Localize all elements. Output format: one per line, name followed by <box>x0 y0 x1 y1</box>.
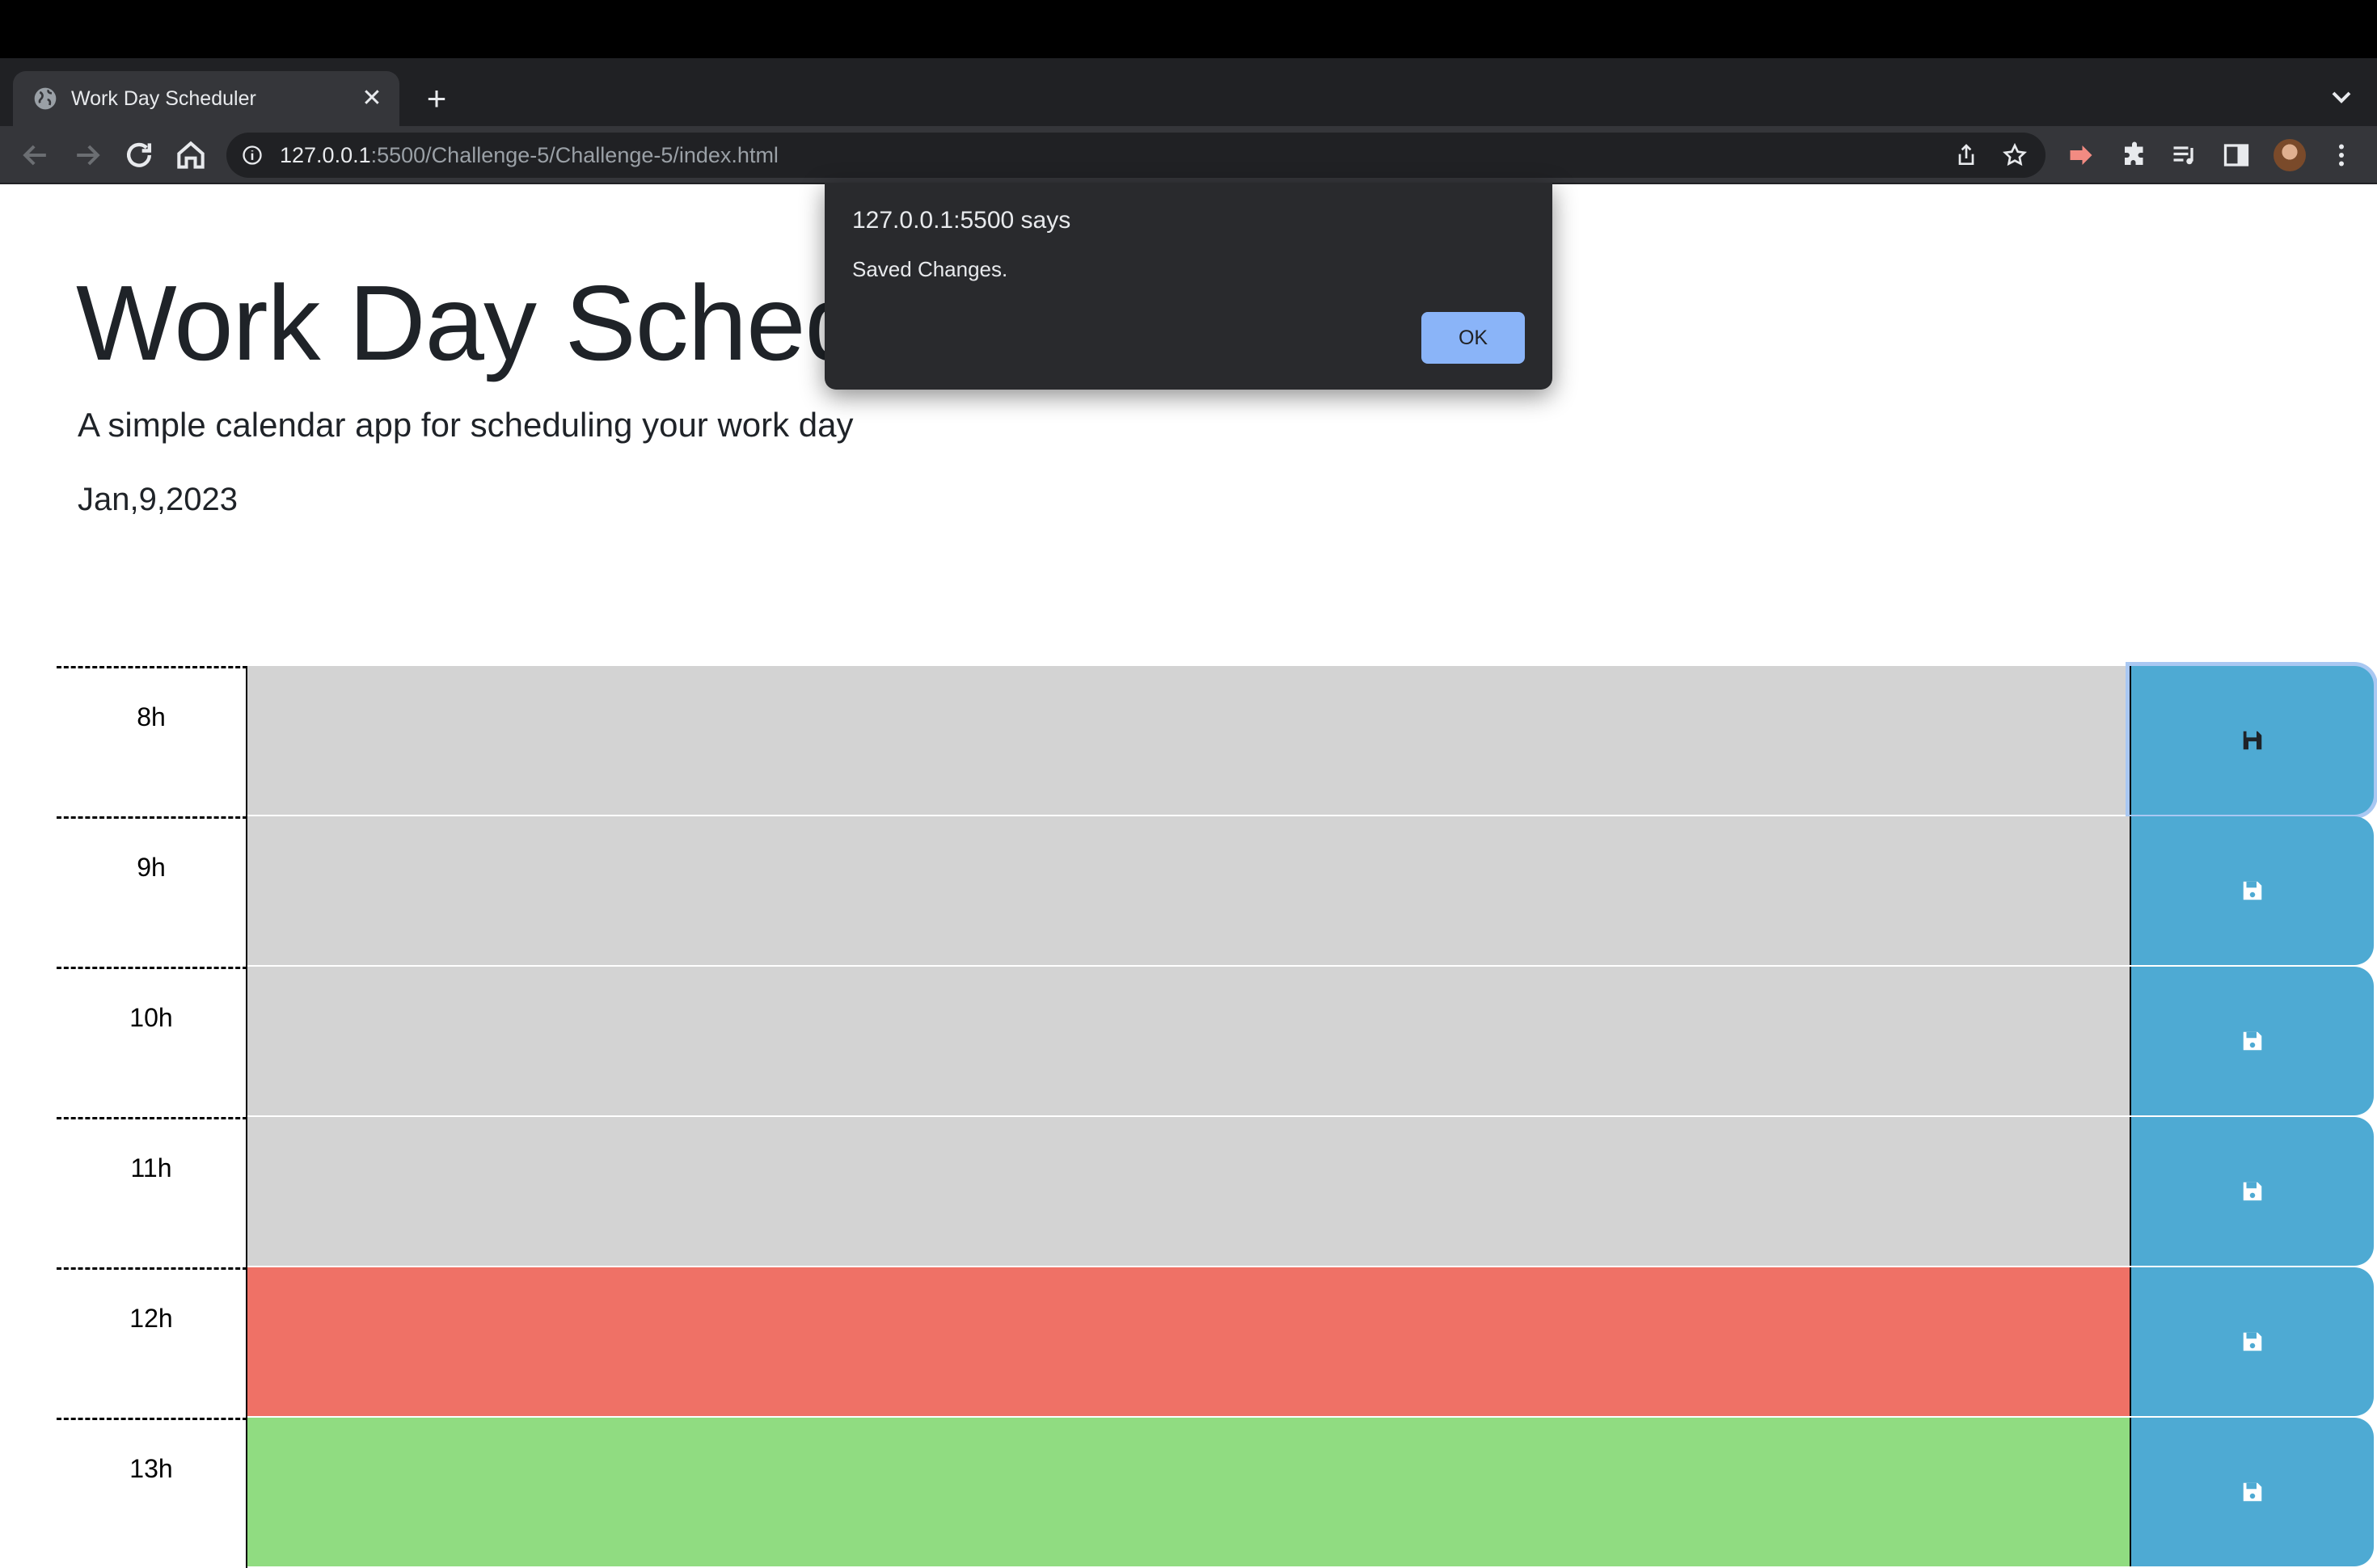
floppy-disk-icon <box>2243 881 2262 900</box>
reload-icon[interactable] <box>121 137 157 173</box>
time-block-row: 8h <box>57 666 2374 816</box>
hour-label: 8h <box>57 666 247 816</box>
close-tab-icon[interactable]: ✕ <box>356 82 388 115</box>
browser-tab[interactable]: Work Day Scheduler ✕ <box>13 71 399 126</box>
alert-title: 127.0.0.1:5500 says <box>852 207 1071 234</box>
extension-arrow-icon[interactable] <box>2067 141 2096 170</box>
tab-title: Work Day Scheduler <box>71 87 256 110</box>
hour-label: 13h <box>57 1418 247 1568</box>
tab-strip: Work Day Scheduler ✕ + <box>0 58 2377 126</box>
floppy-disk-icon <box>2243 1482 2262 1502</box>
time-block-row: 12h <box>57 1267 2374 1418</box>
floppy-disk-icon <box>2243 731 2262 750</box>
page-subtitle: A simple calendar app for scheduling you… <box>78 406 854 444</box>
forward-arrow-icon[interactable] <box>70 137 105 173</box>
timeblock-list: 8h 9h 10h 11h 12h 13h <box>57 666 2374 1568</box>
save-button[interactable] <box>2130 1117 2374 1266</box>
side-panel-icon[interactable] <box>2222 141 2251 170</box>
browser-toolbar: 127.0.0.1:5500/Challenge-5/Challenge-5/i… <box>0 126 2377 184</box>
event-description-input[interactable] <box>247 967 2130 1117</box>
event-description-input[interactable] <box>247 816 2130 967</box>
save-button[interactable] <box>2130 1418 2374 1566</box>
time-block-row: 10h <box>57 967 2374 1117</box>
media-control-icon[interactable] <box>2170 141 2199 170</box>
time-block-row: 9h <box>57 816 2374 967</box>
url-host: 127.0.0.1 <box>280 143 371 167</box>
hour-label: 9h <box>57 816 247 967</box>
bookmark-star-icon[interactable] <box>2002 142 2028 168</box>
time-block-row: 11h <box>57 1117 2374 1267</box>
extensions-puzzle-icon[interactable] <box>2120 141 2149 170</box>
home-icon[interactable] <box>173 137 209 173</box>
floppy-disk-icon <box>2243 1182 2262 1201</box>
top-black-bar <box>0 0 2377 58</box>
url-path: :5500/Challenge-5/Challenge-5/index.html <box>370 143 779 167</box>
site-info-icon[interactable] <box>241 144 264 166</box>
new-tab-button[interactable]: + <box>417 79 456 118</box>
share-icon[interactable] <box>1953 142 1979 168</box>
event-description-input[interactable] <box>247 1117 2130 1267</box>
save-button[interactable] <box>2130 967 2374 1115</box>
alert-dialog: 127.0.0.1:5500 says Saved Changes. OK <box>825 183 1552 390</box>
tab-search-chevron-icon[interactable] <box>2325 81 2358 113</box>
hour-label: 10h <box>57 967 247 1117</box>
event-description-input[interactable] <box>247 1267 2130 1418</box>
hour-label: 12h <box>57 1267 247 1418</box>
address-bar[interactable]: 127.0.0.1:5500/Challenge-5/Challenge-5/i… <box>226 133 2046 178</box>
save-button[interactable] <box>2130 816 2374 965</box>
url-text[interactable]: 127.0.0.1:5500/Challenge-5/Challenge-5/i… <box>280 133 779 178</box>
globe-icon <box>34 87 57 110</box>
hour-label: 11h <box>57 1117 247 1267</box>
time-block-row: 13h <box>57 1418 2374 1568</box>
back-arrow-icon[interactable] <box>18 137 53 173</box>
save-button[interactable] <box>2130 1267 2374 1416</box>
current-date: Jan,9,2023 <box>78 482 238 517</box>
save-button[interactable] <box>2130 666 2374 815</box>
profile-avatar[interactable] <box>2274 139 2306 171</box>
event-description-input[interactable] <box>247 666 2130 816</box>
event-description-input[interactable] <box>247 1418 2130 1568</box>
floppy-disk-icon <box>2243 1332 2262 1351</box>
alert-ok-button[interactable]: OK <box>1421 312 1525 364</box>
more-options-icon[interactable] <box>2327 141 2356 170</box>
floppy-disk-icon <box>2243 1031 2262 1051</box>
alert-message: Saved Changes. <box>852 257 1008 281</box>
